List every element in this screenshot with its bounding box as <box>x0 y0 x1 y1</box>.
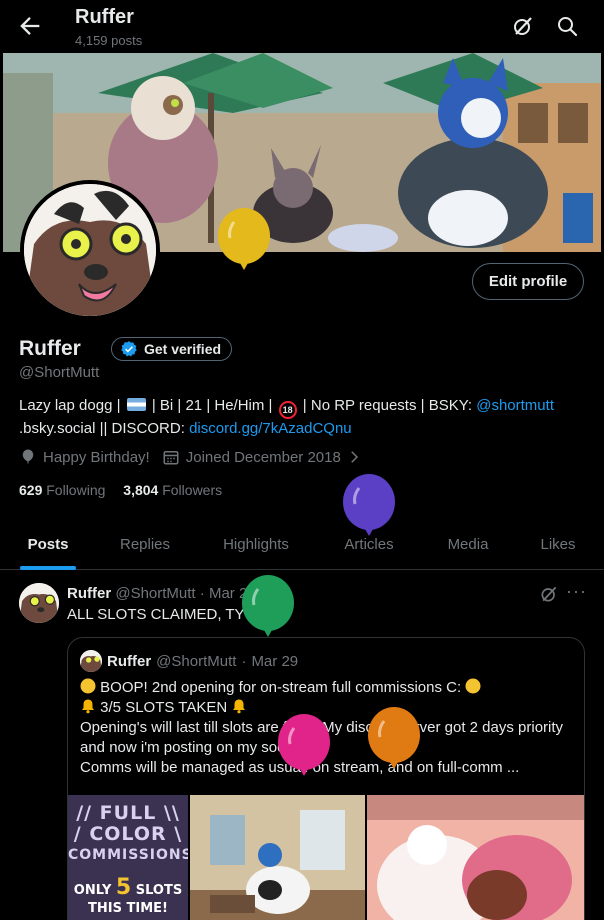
quoted-media-image-2[interactable] <box>190 795 365 920</box>
promo-number: 5 <box>115 875 132 900</box>
balloon-icon <box>22 449 34 465</box>
quoted-post-header: Ruffer @ShortMutt · Mar 29 <box>80 650 298 672</box>
promo-line-1: // FULL \\ <box>76 802 180 824</box>
quoted-avatar-dog-icon <box>80 650 102 672</box>
followers-count: 3,804 <box>123 482 159 498</box>
header-post-count: 4,159 posts <box>75 33 143 48</box>
profile-avatar[interactable] <box>20 180 160 320</box>
following-link[interactable]: 629 Following <box>19 482 105 498</box>
yellow-circle-icon <box>465 678 481 694</box>
bio-text-3: | No RP requests | BSKY: <box>302 397 473 414</box>
quoted-separator: · <box>241 652 247 670</box>
quoted-media-image-3[interactable] <box>367 795 584 920</box>
profile-handle: @ShortMutt <box>19 364 100 381</box>
quoted-author-handle: @ShortMutt <box>156 652 237 670</box>
pink-character-illustration <box>367 795 584 920</box>
quoted-line-1-text: BOOP! 2nd opening for on-stream full com… <box>100 679 462 696</box>
bell-icon <box>233 699 246 714</box>
calendar-icon <box>163 451 179 465</box>
get-verified-label: Get verified <box>144 341 222 357</box>
yellow-circle-icon <box>80 678 96 694</box>
quoted-author-name: Ruffer <box>107 652 152 670</box>
eighteen-plus-icon: 18 <box>278 401 297 419</box>
profile-name: Ruffer <box>19 337 81 360</box>
balloon-icon-orange <box>368 707 420 769</box>
balloon-icon-green <box>242 575 294 637</box>
post-avatar[interactable] <box>19 583 59 623</box>
quoted-line-1: BOOP! 2nd opening for on-stream full com… <box>80 678 576 698</box>
top-bar: Ruffer 4,159 posts <box>0 0 604 53</box>
joined-text: Joined December 2018 <box>185 448 341 466</box>
flag-icon <box>126 398 146 411</box>
bio-text-1: Lazy lap dogg | <box>19 397 121 414</box>
promo-only: ONLY <box>73 883 112 898</box>
birthday-text: Happy Birthday! <box>43 448 150 466</box>
balloon-icon-yellow <box>218 208 270 270</box>
promo-line-5: THIS TIME! <box>88 901 168 916</box>
bsky-link[interactable]: @shortmutt <box>476 397 554 414</box>
follow-counts: 629 Following 3,804 Followers <box>19 482 222 498</box>
post-more-icon[interactable]: ··· <box>566 581 587 602</box>
bio-text-4: .bsky.social || DISCORD: <box>19 420 185 437</box>
balloon-icon-purple <box>343 474 395 536</box>
get-verified-button[interactable]: Get verified <box>111 337 233 361</box>
followers-link[interactable]: 3,804 Followers <box>123 482 222 498</box>
discord-link[interactable]: discord.gg/7kAzadCQnu <box>189 420 352 437</box>
tab-likes[interactable]: Likes <box>516 518 600 570</box>
edit-profile-button[interactable]: Edit profile <box>472 263 584 300</box>
back-arrow-icon[interactable] <box>16 12 44 40</box>
tab-replies[interactable]: Replies <box>96 518 194 570</box>
active-tab-indicator <box>20 566 76 570</box>
profile-tabs: Posts Replies Highlights Articles Media … <box>0 518 604 570</box>
promo-line-2: / COLOR \ <box>73 823 183 845</box>
profile-bio: Lazy lap dogg | | Bi | 21 | He/Him | 18 … <box>19 396 579 439</box>
followers-label: Followers <box>162 482 223 498</box>
post-separator: · <box>199 585 205 602</box>
search-icon[interactable] <box>555 14 579 38</box>
post-author-name[interactable]: Ruffer <box>67 585 111 602</box>
grok-icon[interactable] <box>511 14 535 38</box>
post-avatar-dog-icon <box>19 583 59 623</box>
quoted-post-avatar <box>80 650 102 672</box>
quoted-line-2-text: 3/5 SLOTS TAKEN <box>100 699 228 716</box>
promo-line-3: COMMISSIONS <box>68 847 188 863</box>
quoted-media-grid[interactable]: // FULL \\ / COLOR \ COMMISSIONS ONLY 5 … <box>68 795 584 920</box>
room-illustration <box>190 795 365 920</box>
tab-highlights[interactable]: Highlights <box>194 518 318 570</box>
bio-text-2: | Bi | 21 | He/Him | <box>151 397 273 414</box>
post-header: Ruffer @ShortMutt · Mar 29 <box>67 585 256 602</box>
tab-posts[interactable]: Posts <box>0 518 96 570</box>
profile-meta: Happy Birthday! Joined December 2018 <box>19 448 361 466</box>
following-count: 629 <box>19 482 43 498</box>
post-author-handle[interactable]: @ShortMutt <box>115 585 195 602</box>
quoted-media-promo[interactable]: // FULL \\ / COLOR \ COMMISSIONS ONLY 5 … <box>68 795 188 920</box>
verified-badge-icon <box>121 341 137 357</box>
following-label: Following <box>46 482 106 498</box>
balloon-icon-pink <box>278 714 330 776</box>
promo-slots: SLOTS <box>135 883 183 898</box>
quoted-date: Mar 29 <box>251 652 299 670</box>
avatar-dog-face-icon <box>24 184 156 316</box>
post-grok-icon[interactable] <box>539 584 559 604</box>
tab-media[interactable]: Media <box>420 518 516 570</box>
header-title: Ruffer <box>75 6 134 28</box>
bell-icon <box>82 699 94 714</box>
chevron-right-icon[interactable] <box>347 448 361 466</box>
